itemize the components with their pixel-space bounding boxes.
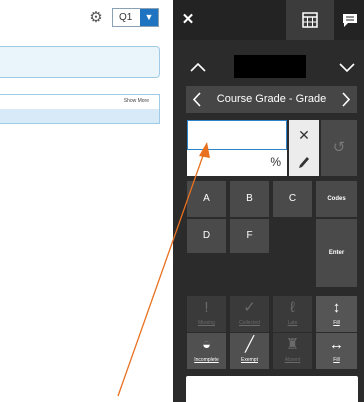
percent-symbol: %: [270, 155, 281, 169]
horizontal-arrows-icon: ↔: [329, 336, 344, 353]
close-icon[interactable]: ✕: [179, 10, 197, 30]
codes-button[interactable]: Codes: [316, 181, 357, 217]
tab-comment[interactable]: [336, 0, 364, 40]
column-label: Course Grade - Grade: [216, 93, 327, 105]
quarter-select[interactable]: Q1 ▼: [112, 8, 159, 27]
late-icon: ℓ: [290, 299, 295, 316]
previous-column-button[interactable]: [186, 86, 208, 113]
exempt-label: Exempt: [241, 357, 258, 363]
absent-icon: ♜: [285, 336, 300, 353]
missing-label: Missing: [198, 320, 215, 326]
tab-calculator[interactable]: [286, 0, 334, 40]
fill-horizontal-button[interactable]: ↔ Fill: [316, 333, 357, 369]
absent-label: Absent: [284, 357, 301, 363]
undo-icon[interactable]: ↺: [321, 120, 357, 176]
next-column-button[interactable]: [335, 86, 357, 113]
incomplete-label: Incomplete: [194, 357, 219, 363]
grade-key-a[interactable]: A: [187, 181, 226, 217]
page: ⚙ Q1 ▼ Show More ✕ Course Grade - Grade …: [0, 0, 364, 402]
absent-button[interactable]: ♜ Absent: [273, 333, 312, 369]
student-name: [234, 55, 306, 78]
vertical-arrows-icon: ↕: [332, 299, 341, 316]
fill-vertical-button[interactable]: ↕ Fill: [316, 296, 357, 332]
grade-entry-panel: ✕ Course Grade - Grade % ✕ ↺ A B C Codes…: [173, 0, 364, 402]
exclamation-icon: !: [204, 299, 209, 316]
slash-icon: ╱: [244, 336, 255, 353]
fill-vertical-label: Fill: [333, 320, 340, 326]
chevron-right-icon: [342, 92, 351, 107]
collected-button[interactable]: ✓ Collected: [230, 296, 269, 332]
chevron-up-icon: [190, 62, 206, 72]
grade-input[interactable]: [187, 120, 287, 150]
show-more-link[interactable]: Show More: [124, 98, 149, 104]
grade-key-b[interactable]: B: [230, 181, 269, 217]
previous-student-button[interactable]: [187, 58, 209, 76]
late-label: Late: [287, 320, 298, 326]
grade-key-c[interactable]: C: [273, 181, 312, 217]
grade-key-d[interactable]: D: [187, 219, 226, 253]
comment-field[interactable]: [186, 376, 358, 402]
check-icon: ✓: [243, 299, 256, 316]
highlighted-row[interactable]: [0, 46, 160, 78]
chevron-down-icon: [339, 63, 355, 73]
late-button[interactable]: ℓ Late: [273, 296, 312, 332]
collected-label: Collected: [239, 320, 260, 326]
gear-icon[interactable]: ⚙: [88, 10, 104, 26]
calculator-icon: [302, 12, 318, 28]
panel-header: ✕: [173, 0, 364, 40]
pencil-icon: [299, 157, 309, 168]
percent-field[interactable]: %: [187, 150, 287, 176]
section-band: [0, 109, 159, 123]
list-section: Show More: [0, 94, 160, 124]
chevron-left-icon: [192, 92, 201, 107]
clear-button[interactable]: ✕: [289, 120, 319, 150]
comment-icon: [343, 14, 357, 27]
missing-button[interactable]: ! Missing: [187, 296, 226, 332]
column-navigator: Course Grade - Grade: [186, 86, 357, 113]
enter-button[interactable]: Enter: [316, 219, 357, 287]
pencil-button[interactable]: [289, 150, 319, 176]
quarter-value: Q1: [119, 12, 133, 23]
half-circle-icon: ◒: [201, 336, 212, 353]
next-student-button[interactable]: [336, 58, 358, 76]
fill-horizontal-label: Fill: [333, 357, 340, 363]
exempt-button[interactable]: ╱ Exempt: [230, 333, 269, 369]
chevron-down-icon: ▼: [140, 9, 158, 26]
grade-key-f[interactable]: F: [230, 219, 269, 253]
incomplete-button[interactable]: ◒ Incomplete: [187, 333, 226, 369]
